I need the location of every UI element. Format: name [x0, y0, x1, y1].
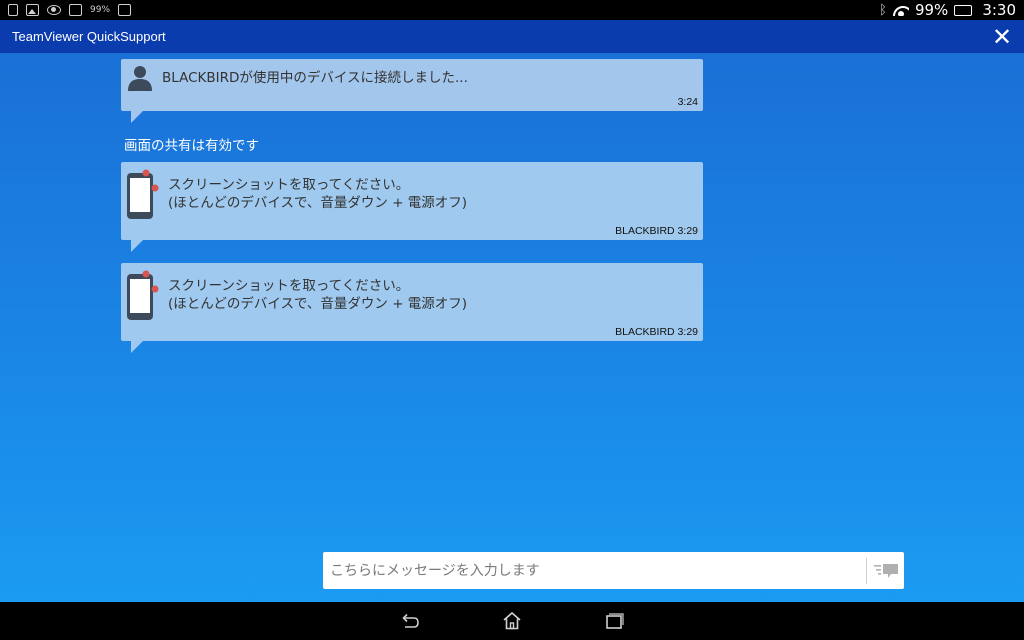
status-bar: 99% ᛒ 99% 3:30 [0, 0, 1024, 20]
message-sender-time: BLACKBIRD 3:29 [615, 326, 698, 338]
system-status: ᛒ 99% 3:30 [879, 0, 1016, 20]
message-line-2: (ほとんどのデバイスで、音量ダウン + 電源オフ) [168, 195, 468, 211]
message-line-1: スクリーンショットを取ってください。 [168, 177, 410, 193]
notification-percent: 99% [90, 5, 111, 15]
close-button[interactable]: ✕ [990, 25, 1014, 49]
send-button[interactable] [867, 552, 904, 589]
battery-percent: 99% [914, 1, 949, 19]
teamviewer-icon [69, 4, 82, 16]
usb-debug-icon [8, 4, 18, 16]
message-text: スクリーンショットを取ってください。 (ほとんどのデバイスで、音量ダウン + 電… [168, 176, 467, 212]
battery-icon [954, 4, 973, 16]
image-icon [26, 4, 39, 16]
home-icon[interactable] [500, 609, 524, 633]
chat-message: BLACKBIRDが使用中のデバイスに接続しました... 3:24 [121, 59, 703, 123]
chat-message: スクリーンショットを取ってください。 (ほとんどのデバイスで、音量ダウン + 電… [121, 263, 703, 353]
navigation-bar [0, 602, 1024, 640]
wifi-icon [892, 4, 909, 16]
back-icon[interactable] [398, 609, 422, 633]
message-input[interactable] [323, 552, 866, 589]
message-text: BLACKBIRDが使用中のデバイスに接続しました... [162, 70, 468, 86]
chat-message: スクリーンショットを取ってください。 (ほとんどのデバイスで、音量ダウン + 電… [121, 162, 703, 252]
clock: 3:30 [982, 1, 1016, 19]
chat-area[interactable]: BLACKBIRDが使用中のデバイスに接続しました... 3:24 画面の共有は… [0, 53, 1024, 602]
screen-sharing-status: 画面の共有は有効です [124, 138, 259, 154]
message-line-2: (ほとんどのデバイスで、音量ダウン + 電源オフ) [168, 296, 468, 312]
person-icon [128, 66, 152, 91]
message-time: 3:24 [677, 96, 698, 108]
eye-icon [47, 5, 61, 15]
message-sender-time: BLACKBIRD 3:29 [615, 225, 698, 237]
phone-icon [127, 169, 159, 219]
title-bar: TeamViewer QuickSupport ✕ [0, 20, 1024, 53]
message-composer [323, 552, 904, 589]
app-title: TeamViewer QuickSupport [12, 29, 166, 44]
message-text: スクリーンショットを取ってください。 (ほとんどのデバイスで、音量ダウン + 電… [168, 277, 467, 313]
send-message-icon [873, 563, 898, 578]
bluetooth-icon: ᛒ [879, 2, 887, 18]
phone-icon [127, 270, 159, 320]
download-icon [118, 4, 132, 16]
message-line-1: スクリーンショットを取ってください。 [168, 278, 410, 294]
recent-apps-icon[interactable] [602, 609, 626, 633]
notification-icons: 99% [8, 0, 132, 20]
